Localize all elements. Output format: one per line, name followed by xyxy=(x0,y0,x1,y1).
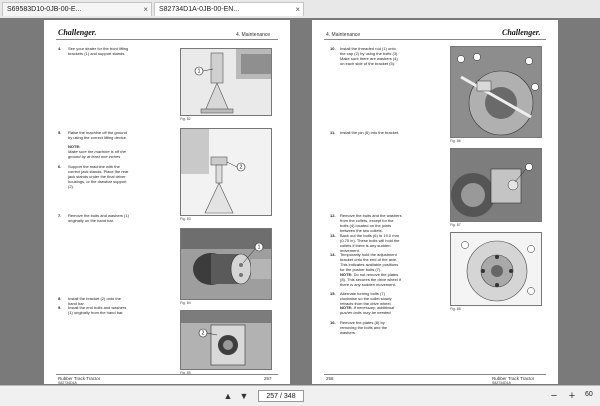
page-257: Challenger. 4. Maintenance 4. See your de… xyxy=(44,20,290,385)
tab-document-2[interactable]: S82734D1A-0JB-00-EN... × xyxy=(154,2,304,16)
figure-threaded-rod xyxy=(450,46,542,138)
footer-rule xyxy=(324,374,546,375)
figure-caption: Fig. 83 xyxy=(180,217,191,221)
tab-title: S82734D1A-0JB-00-EN... xyxy=(159,6,240,13)
figure-caption: Fig. 87 xyxy=(450,223,461,227)
figure-hand-bar: 1 xyxy=(180,228,272,300)
page-number: 258 xyxy=(326,376,334,381)
document-viewer[interactable]: Challenger. 4. Maintenance 4. See your de… xyxy=(0,18,600,385)
figure-drive-wheel xyxy=(450,232,542,306)
callout: 2 xyxy=(202,331,205,337)
tab-bar: S69583D10-0JB-00-E... × S82734D1A-0JB-00… xyxy=(0,0,600,19)
note: NOTE: If necessary, additional pusher bo… xyxy=(340,305,395,315)
page-number: 257 xyxy=(264,376,272,381)
section-header: 4. Maintenance xyxy=(236,32,271,38)
tab-document-1[interactable]: S69583D10-0JB-00-E... × xyxy=(2,2,152,16)
challenger-logo: Challenger. xyxy=(58,28,97,37)
figure-jack-stand: 2 xyxy=(180,128,272,216)
callout: 2 xyxy=(240,165,243,171)
header-rule xyxy=(56,39,278,40)
figure-caption: Fig. 88 xyxy=(450,307,461,311)
tab-title: S69583D10-0JB-00-E... xyxy=(7,6,82,13)
section-header: 4. Maintenance xyxy=(326,32,361,38)
footer-rule xyxy=(56,374,278,375)
page-258: 4. Maintenance Challenger. 10. Install th… xyxy=(312,20,558,385)
zoom-in-icon[interactable]: + xyxy=(566,390,578,402)
page-indicator-input[interactable]: 257 / 348 xyxy=(258,390,304,402)
close-icon[interactable]: × xyxy=(143,3,148,16)
chevron-up-icon[interactable]: ▲ xyxy=(222,390,234,402)
figure-caption: Fig. 84 xyxy=(180,301,191,305)
figure-caption: Fig. 82 xyxy=(180,117,191,121)
chevron-down-icon[interactable]: ▼ xyxy=(238,390,250,402)
viewer-toolbar: ▲ ▼ 257 / 348 − + 60 xyxy=(0,385,600,406)
zoom-out-icon[interactable]: − xyxy=(548,390,560,402)
callout: 1 xyxy=(198,69,201,75)
note: NOTE: Make sure the machine is off the gr… xyxy=(68,144,126,159)
challenger-logo: Challenger. xyxy=(502,28,541,37)
callout: 1 xyxy=(258,245,261,251)
figure-pin-install xyxy=(450,148,542,222)
jack-stand-illustration: 1 xyxy=(181,49,271,115)
close-icon[interactable]: × xyxy=(295,3,300,16)
zoom-level[interactable]: 60 xyxy=(585,391,593,398)
figure-caption: Fig. 86 xyxy=(450,139,461,143)
figure-lifting-bracket: 1 xyxy=(180,48,272,116)
note: NOTE: Do not remove the plates (8). This… xyxy=(340,272,401,287)
figure-bracket-install: 2 xyxy=(180,310,272,370)
header-rule xyxy=(324,39,546,40)
